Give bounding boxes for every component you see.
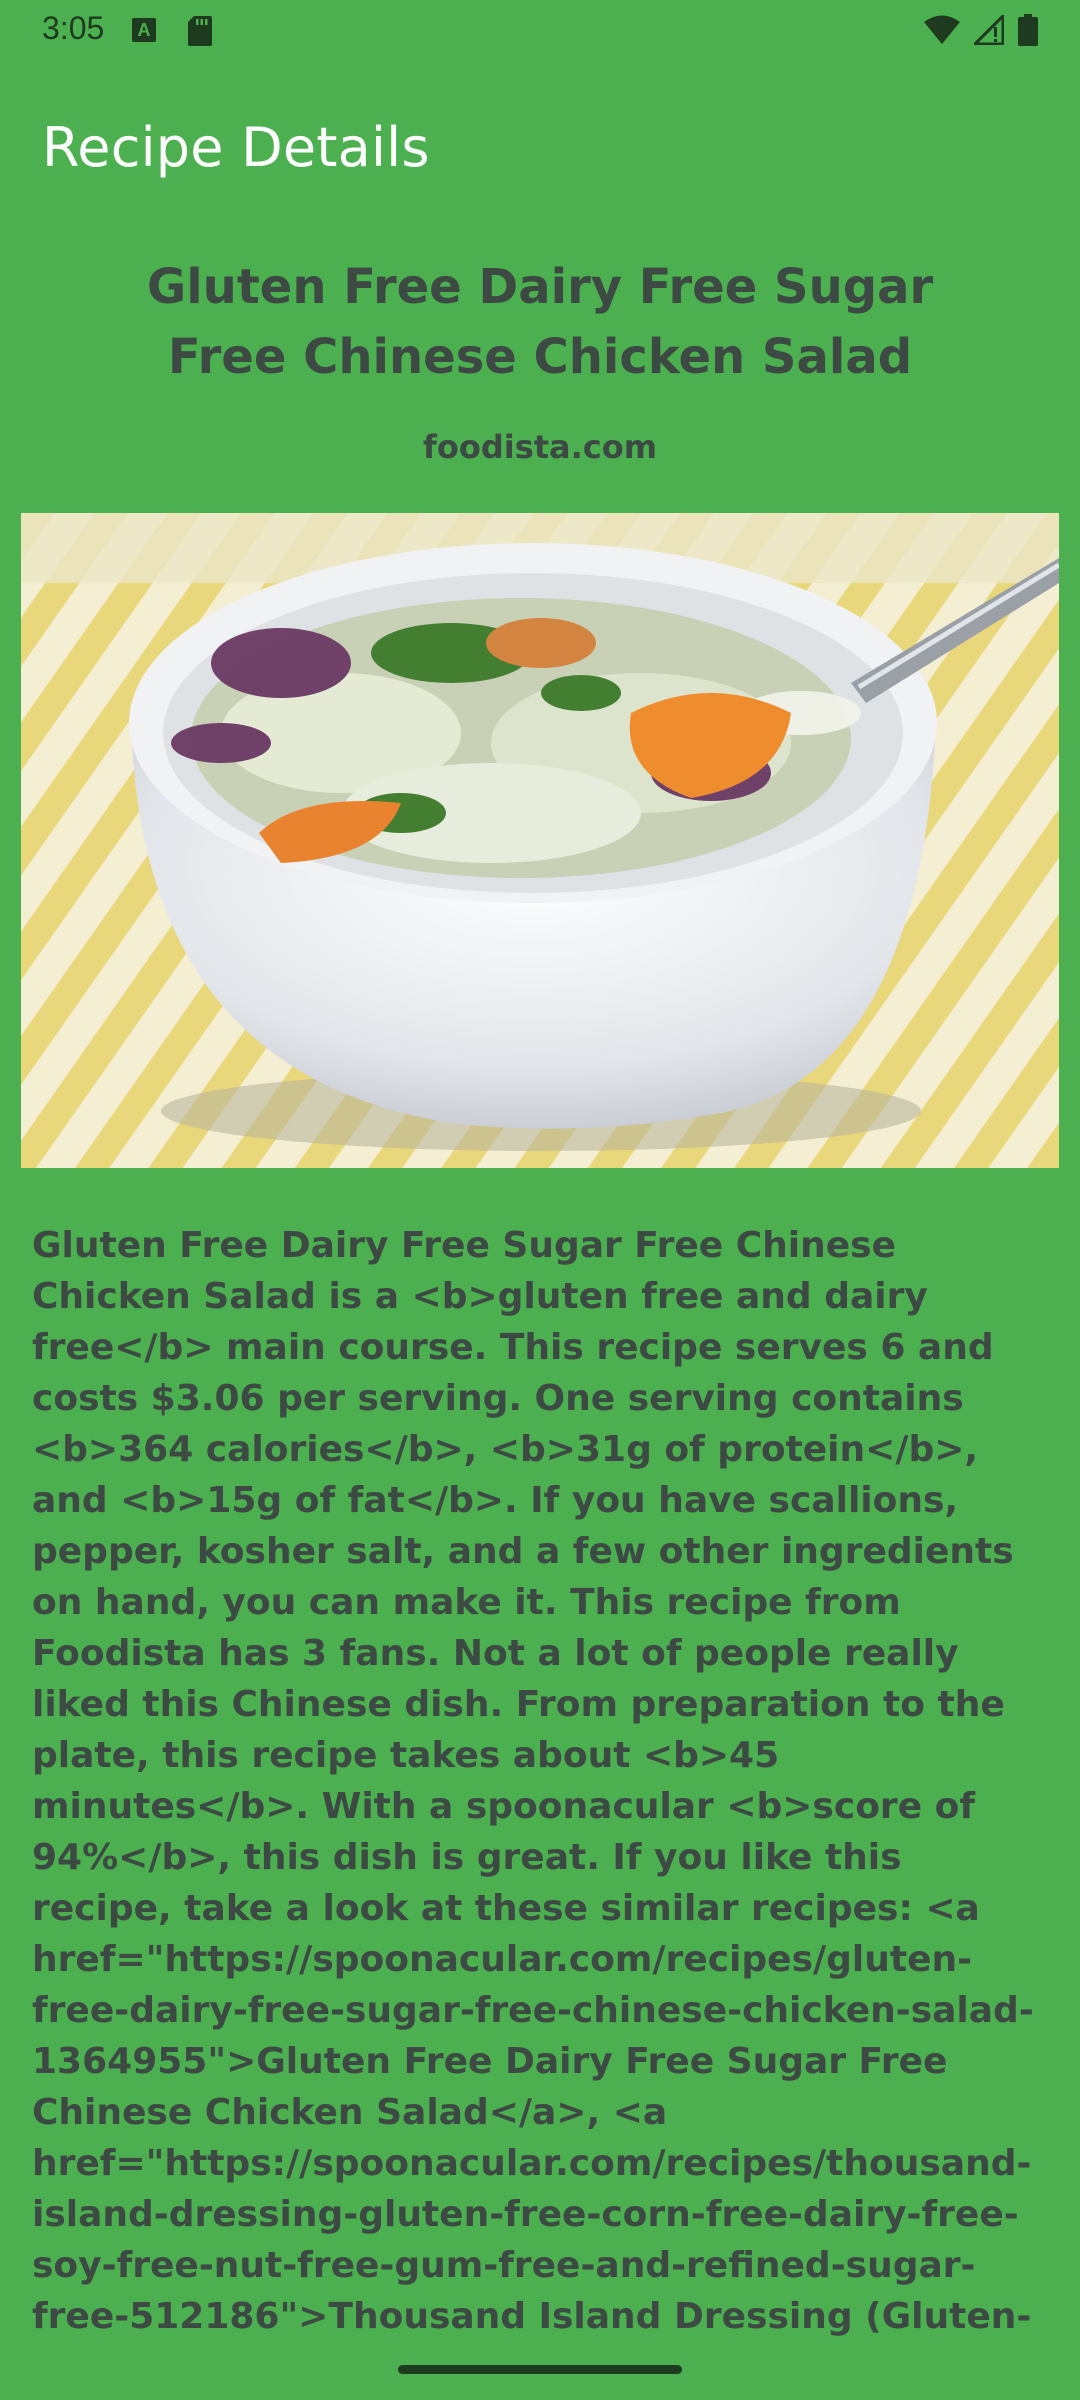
- recipe-summary: Gluten Free Dairy Free Sugar Free Chines…: [32, 1225, 1034, 2337]
- battery-icon: [1018, 14, 1038, 50]
- status-bar: 3:05 A: [0, 0, 1080, 64]
- status-time: 3:05: [42, 10, 105, 46]
- recipe-photo: [21, 513, 1059, 1168]
- cell-signal-icon: [971, 12, 1005, 49]
- sd-card-icon: [188, 16, 212, 50]
- recipe-title: Gluten Free Dairy Free Sugar Free Chines…: [146, 259, 934, 385]
- system-icons: [924, 12, 1038, 50]
- a-icon: A: [132, 18, 156, 42]
- wifi-icon: [924, 15, 960, 49]
- app-bar-title: Recipe Details: [42, 116, 430, 179]
- recipe-source: foodista.com: [422, 428, 658, 466]
- gesture-bar[interactable]: [398, 2365, 682, 2374]
